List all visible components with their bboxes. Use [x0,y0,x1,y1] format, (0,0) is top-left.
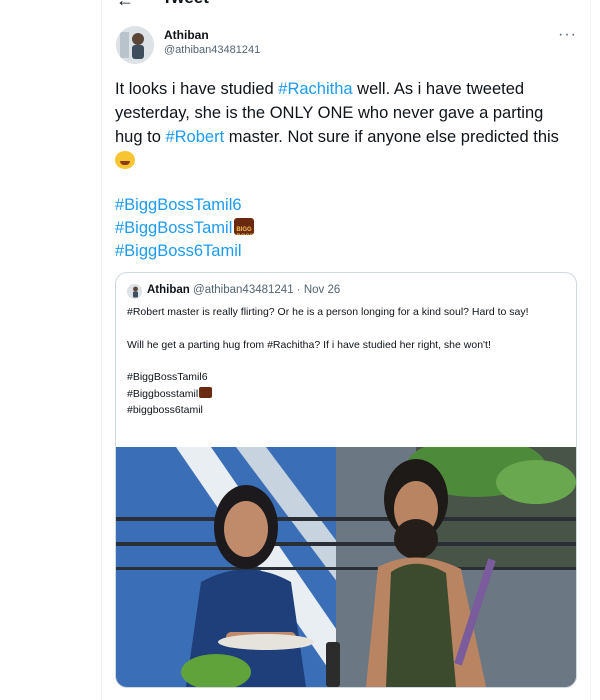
quoted-date: · Nov 26 [296,284,341,296]
quoted-line: #Robert master is really flirting? Or he… [127,306,529,318]
quoted-line: Will he get a parting hug from #Rachitha… [127,338,491,351]
tweet-column: ← Tweet Athiban @athiban43481241 ··· It … [101,0,591,700]
tweet-text-part: master. Not sure if anyone else predicte… [224,128,559,146]
author-avatar[interactable] [116,26,154,64]
hashtag-link[interactable]: #BiggBoss6Tamil [115,242,242,260]
quoted-text: #Robert master is really flirting? Or he… [127,304,567,419]
top-bar: ← Tweet [102,0,590,12]
quoted-tag: #Biggbosstamil [127,387,199,400]
more-options-icon[interactable]: ··· [558,26,577,44]
author-handle[interactable]: @athiban43481241 [164,44,260,56]
hashtag-link[interactable]: #Rachitha [278,80,352,98]
hashtag-link[interactable]: #Robert [165,128,224,146]
back-arrow-icon[interactable]: ← [116,0,134,11]
tweet-text: It looks i have studied #Rachitha well. … [115,77,570,173]
quoted-tweet-card[interactable]: Athiban @athiban43481241 · Nov 26 #Rober… [115,272,577,688]
hashtag-link[interactable]: #BiggBossTamil [115,219,232,237]
page-title: Tweet [162,0,209,8]
quoted-author-avatar [127,284,142,299]
author-name[interactable]: Athiban [164,28,209,42]
bigg-boss-logo-icon [234,218,255,235]
hashtag-list: #BiggBossTamil6 #BiggBossTamil #BiggBoss… [115,194,255,263]
quoted-header: Athiban @athiban43481241 · Nov 26 [147,284,340,296]
tweet-text-part: It looks i have studied [115,80,279,98]
quoted-tag: #biggboss6tamil [127,404,203,416]
quoted-author-handle: @athiban43481241 [193,284,294,296]
quoted-media-image[interactable] [116,447,576,687]
quoted-tag: #BiggBossTamil6 [127,371,208,383]
bigg-boss-logo-icon [199,386,213,398]
quoted-author-name: Athiban [147,284,190,296]
laughing-emoji-icon [115,151,135,169]
hashtag-link[interactable]: #BiggBossTamil6 [115,196,242,214]
